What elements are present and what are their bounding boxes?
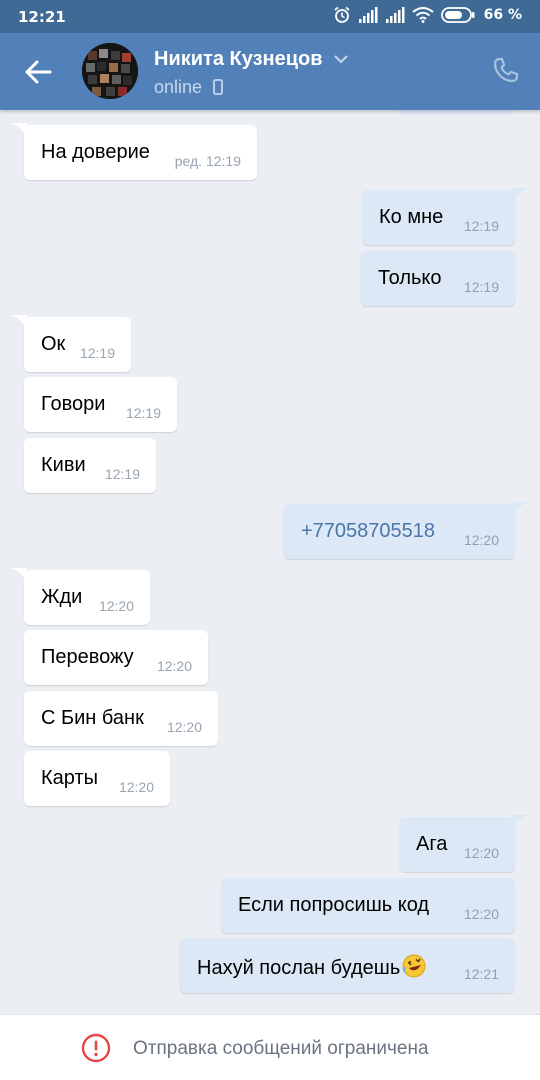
message-time: 12:20 — [463, 845, 499, 861]
online-status-text: online — [154, 77, 203, 97]
chat-header: Никита Кузнецов online — [0, 33, 540, 110]
message-time: ред. 12:19 — [174, 153, 241, 169]
status-bar: 12:21 66 % — [0, 0, 540, 33]
bubble-tail — [11, 123, 27, 137]
alarm-icon — [334, 6, 350, 23]
message-text: Карты — [41, 767, 98, 789]
outgoing-message[interactable]: Только 12:19 — [361, 251, 515, 306]
message-time: 12:20 — [463, 532, 499, 548]
message-text: Только — [378, 267, 442, 289]
message-text: Говори — [41, 393, 106, 415]
battery-icon — [440, 7, 475, 23]
message-time: 12:20 — [98, 598, 134, 614]
message-text: Жди — [41, 586, 83, 608]
message-time: 12:20 — [156, 658, 192, 674]
signal-icon — [385, 7, 405, 23]
chevron-down-icon[interactable] — [334, 55, 348, 64]
incoming-message[interactable]: Жди 12:20 — [24, 570, 150, 625]
message-text: Если попросишь код — [238, 894, 430, 916]
incoming-message[interactable]: Киви 12:19 — [24, 438, 156, 493]
incoming-message[interactable]: Перевожу 12:20 — [24, 630, 208, 685]
incoming-message[interactable]: На доверие ред. 12:19 — [24, 125, 257, 180]
message-text: С Бин банк — [41, 707, 144, 729]
restricted-notice-text: Отправка сообщений ограничена — [133, 1038, 429, 1059]
wifi-icon — [411, 7, 434, 23]
phone-icon[interactable] — [492, 56, 520, 84]
partial-message-bubble — [397, 110, 515, 114]
message-text-wrap: Нахуй послан будешь — [197, 954, 426, 980]
outgoing-message[interactable]: Если попросишь код 12:20 — [221, 878, 515, 933]
phone-number-link[interactable]: +77058705518 — [301, 520, 435, 543]
restricted-notice-bar: Отправка сообщений ограничена — [0, 1014, 540, 1080]
message-time: 12:20 — [118, 779, 154, 795]
back-arrow-icon[interactable] — [22, 57, 54, 87]
message-text: На доверие — [41, 141, 150, 163]
outgoing-message[interactable]: Ко мне 12:19 — [362, 190, 515, 245]
message-text: Нахуй послан будешь — [197, 957, 401, 979]
signal-icon — [358, 7, 378, 23]
message-text: Ок — [41, 333, 66, 355]
outgoing-message[interactable]: Ага 12:20 — [399, 817, 515, 872]
rofl-emoji-icon — [402, 954, 426, 978]
avatar[interactable] — [82, 43, 138, 99]
message-list[interactable]: На доверие ред. 12:19 Ко мне 12:19 Тольк… — [0, 110, 540, 1015]
message-time: 12:21 — [463, 966, 499, 982]
contact-name-text: Никита Кузнецов — [154, 48, 323, 70]
incoming-message[interactable]: Карты 12:20 — [24, 751, 170, 806]
message-time: 12:20 — [463, 906, 499, 922]
message-text: Киви — [41, 454, 86, 476]
message-time: 12:19 — [463, 218, 499, 234]
outgoing-message[interactable]: +77058705518 12:20 — [284, 504, 515, 559]
message-text: Ко мне — [379, 206, 444, 228]
message-time: 12:19 — [79, 345, 115, 361]
bubble-tail — [512, 188, 528, 202]
incoming-message[interactable]: Говори 12:19 — [24, 377, 177, 432]
bubble-tail — [512, 815, 528, 829]
message-text: Ага — [416, 833, 448, 855]
outgoing-message[interactable]: Нахуй послан будешь 12:21 — [180, 938, 515, 993]
message-text: Перевожу — [41, 646, 134, 668]
incoming-message[interactable]: С Бин банк 12:20 — [24, 691, 218, 746]
status-time: 12:21 — [18, 8, 66, 26]
message-time: 12:20 — [166, 719, 202, 735]
bubble-tail — [11, 315, 27, 329]
message-time: 12:19 — [104, 466, 140, 482]
battery-percent: 66 % — [483, 7, 522, 23]
online-status: online — [154, 77, 223, 98]
incoming-message[interactable]: Ок 12:19 — [24, 317, 131, 372]
bubble-tail — [11, 568, 27, 582]
mobile-device-icon — [213, 79, 223, 95]
warning-icon — [81, 1033, 111, 1063]
message-time: 12:19 — [463, 279, 499, 295]
bubble-tail — [512, 502, 528, 516]
contact-name[interactable]: Никита Кузнецов — [154, 48, 348, 71]
message-time: 12:19 — [125, 405, 161, 421]
